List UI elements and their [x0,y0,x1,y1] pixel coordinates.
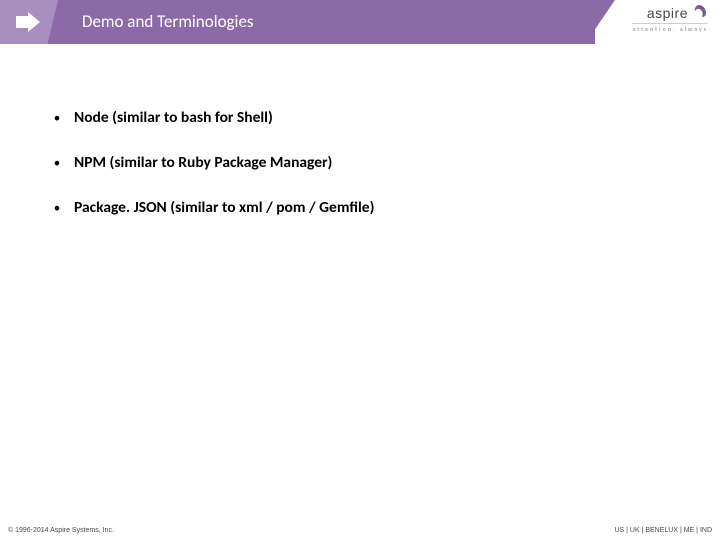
slide-footer: © 1996-2014 Aspire Systems, Inc. US | UK… [0,527,720,534]
content-area: • Node (similar to bash for Shell) • NPM… [48,108,374,243]
logo-text: aspire [647,5,688,21]
regions-text: US | UK | BENELUX | ME | IND [614,527,712,534]
bullet-icon: • [48,201,66,216]
list-item: • Node (similar to bash for Shell) [48,108,374,127]
bullet-text: Node (similar to bash for Shell) [74,108,273,127]
bullet-text: Package. JSON (similar to xml / pom / Ge… [74,198,374,217]
bullet-icon: • [48,111,66,126]
slide-title: Demo and Terminologies [82,11,254,32]
logo-swirl-icon [690,4,708,22]
slide-header: Demo and Terminologies aspire attention.… [0,0,720,44]
bullet-text: NPM (similar to Ruby Package Manager) [74,153,332,172]
list-item: • NPM (similar to Ruby Package Manager) [48,153,374,172]
logo-tagline: attention. always [632,23,708,33]
logo: aspire attention. always [632,4,708,33]
copyright-text: © 1996-2014 Aspire Systems, Inc. [8,527,114,534]
list-item: • Package. JSON (similar to xml / pom / … [48,198,374,217]
bullet-icon: • [48,156,66,171]
arrow-icon [14,8,42,36]
